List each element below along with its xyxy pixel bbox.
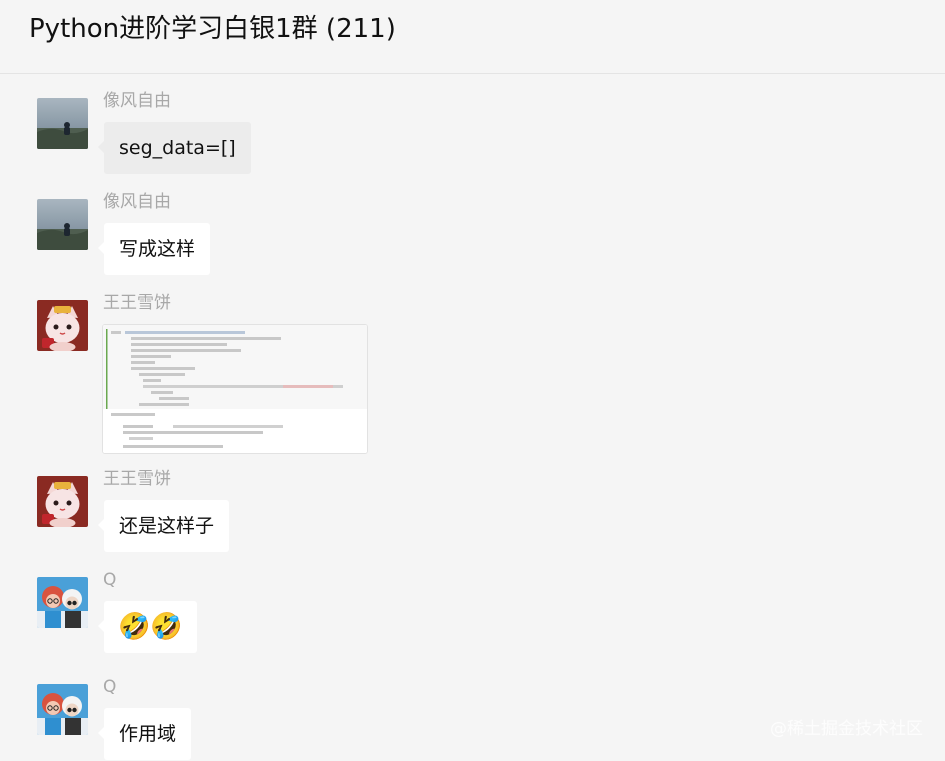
sender-name: 像风自由: [103, 192, 171, 212]
message-bubble[interactable]: 🤣🤣: [98, 601, 197, 653]
cartoon-couple-avatar[interactable]: [37, 577, 88, 628]
cat-avatar[interactable]: [37, 476, 88, 527]
chat-title: Python进阶学习白银1群 (211): [29, 14, 396, 44]
code-screenshot[interactable]: [102, 324, 368, 454]
watermark: @稀土掘金技术社区: [770, 719, 923, 739]
message-bubble[interactable]: 还是这样子: [97, 500, 230, 552]
message-bubble[interactable]: seg_data=[]: [98, 122, 251, 174]
cartoon-couple-avatar[interactable]: [37, 684, 88, 735]
landscape-avatar[interactable]: [37, 199, 88, 250]
cat-avatar[interactable]: [37, 300, 88, 351]
message-bubble[interactable]: 作用域: [97, 708, 192, 760]
sender-name: Q: [103, 570, 117, 590]
sender-name: 像风自由: [103, 91, 171, 111]
message-bubble[interactable]: 写成这样: [97, 223, 211, 275]
landscape-avatar[interactable]: [37, 98, 88, 149]
chat-header: Python进阶学习白银1群 (211): [0, 0, 945, 74]
sender-name: Q: [103, 677, 117, 697]
rolling-laughing-emoji: 🤣🤣: [118, 612, 183, 642]
sender-name: 王王雪饼: [103, 293, 171, 313]
sender-name: 王王雪饼: [103, 469, 171, 489]
